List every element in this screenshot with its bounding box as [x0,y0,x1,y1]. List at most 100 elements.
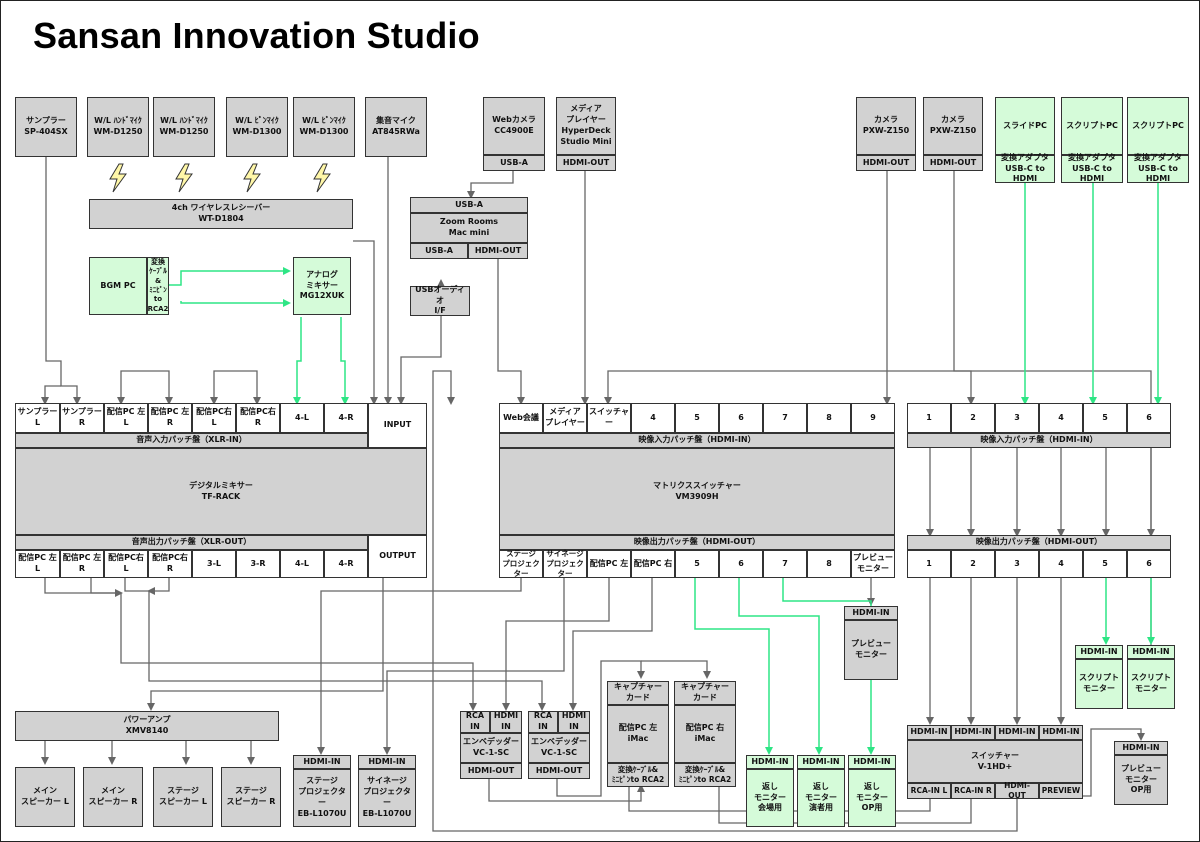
signage-projector-port: HDMI-IN [358,755,416,769]
audio-in-port: 配信PC右 R [236,403,280,433]
video-out-port-2: 4 [1039,550,1083,578]
return-monitor-op-port: HDMI-IN [848,755,896,769]
embedder-2-box: エンベデッダー VC-1-SC [528,733,590,763]
video-in-port: 4 [631,403,675,433]
embedder-2-hdmi-in: HDMI IN [558,711,590,733]
video-out-port: 7 [763,550,807,578]
audio-in-patch-label: 音声入力パッチ盤（XLR-IN） [15,433,368,448]
video-in-patch-label: 映像入力パッチ盤（HDMI-IN） [499,433,895,448]
video-in-port: 8 [807,403,851,433]
stage-projector-port: HDMI-IN [293,755,351,769]
video-out-port: 5 [675,550,719,578]
video-out-port: 配信PC 右 [631,550,675,578]
video-out-patch-label: 映像出力パッチ盤（HDMI-OUT） [499,535,895,550]
digital-mixer-box: デジタルミキサー TF-RACK [15,448,427,535]
video-out-port-2: 5 [1083,550,1127,578]
audio-in-port: 4-R [324,403,368,433]
video-in-port-2: 6 [1127,403,1171,433]
zoom-hdmi-port: HDMI-OUT [468,243,528,259]
video-out-port-2: 1 [907,550,951,578]
wireless-pin-mic-2: W/L ﾋﾟﾝﾏｲｸ WM-D1300 [293,97,355,157]
video-in-port: スイッチャ ー [587,403,631,433]
main-speaker-r: メイン スピーカー R [83,767,143,827]
wireless-receiver-box: 4ch ワイヤレスレシーバー WT-D1804 [89,199,353,229]
audio-in-port: 配信PC右 L [192,403,236,433]
script-monitor-2-port: HDMI-IN [1127,645,1175,659]
video-in-port: 6 [719,403,763,433]
zoom-rooms-mac-mini: Zoom Rooms Mac mini [410,213,528,243]
script-pc-1-adapter: 変換アダプタ USB-C to HDMI [1061,153,1123,183]
switcher-output: PREVIEW [1039,783,1083,799]
camera-2-box: カメラ PXW-Z150 [923,97,983,155]
audio-out-patch-label: 音声出力パッチ盤（XLR-OUT） [15,535,368,550]
audio-out-port: 配信PC 左 R [60,550,104,578]
embedder-2-hdmi-out: HDMI-OUT [528,763,590,779]
webcam-box: Webカメラ CC4900E [483,97,545,155]
usb-audio-interface: USBオーディオ I/F [410,285,470,316]
video-out-port-2: 2 [951,550,995,578]
script-monitor-1-port: HDMI-IN [1075,645,1123,659]
preview-monitor-op: プレビュー モニター OP用 [1114,755,1168,805]
diagram-canvas: { "title": "Sansan Innovation Studio", "… [0,0,1200,842]
script-pc-2-box: スクリプトPC [1127,97,1189,155]
video-out-patch-2-label: 映像出力パッチ盤（HDMI-OUT） [907,535,1171,550]
switcher-output: RCA-IN L [907,783,951,799]
bgm-pc-box: BGM PC [89,257,147,315]
main-speaker-l: メイン スピーカー L [15,767,75,827]
video-out-port: サイネージ プロジェク ター [543,549,587,578]
capture-card-right: キャプチャー カード [674,681,736,705]
audio-in-port: 4-L [280,403,324,433]
lightning-bolt-icon [175,163,193,193]
return-monitor-venue-port: HDMI-IN [746,755,794,769]
video-out-port: 8 [807,550,851,578]
power-amp-box: パワーアンプ XMV8140 [15,711,279,741]
media-player-box: メディア プレイヤー HyperDeck Studio Mini [556,97,616,155]
video-in-patch-2-label: 映像入力パッチ盤（HDMI-IN） [907,433,1171,448]
video-out-port: 配信PC 左 [587,550,631,578]
embedder-1-box: エンベデッダー VC-1-SC [460,733,522,763]
signage-projector-box: サイネージ プロジェクター EB-L1070U [358,769,416,827]
bgm-pc-cable: 変換 ｹｰﾌﾞﾙ& ﾐﾆﾋﾟﾝ to RCA2 [147,257,169,315]
camera-2-hdmi-port: HDMI-OUT [923,155,983,171]
stream-pc-left-cable: 変換ｹｰﾌﾞﾙ& ﾐﾆﾋﾟﾝto RCA2 [607,763,669,787]
webcam-usb-port: USB-A [483,155,545,171]
preview-monitor-port: HDMI-IN [844,606,898,620]
audio-out-port: 配信PC右 R [148,550,192,578]
group-mic-box: 集音マイク AT845RWa [365,97,427,157]
preview-op-port: HDMI-IN [1114,741,1168,755]
camera-1-box: カメラ PXW-Z150 [856,97,916,155]
stream-pc-right-cable: 変換ｹｰﾌﾞﾙ& ﾐﾆﾋﾟﾝto RCA2 [674,763,736,787]
stream-pc-left-imac: 配信PC 左 iMac [607,705,669,763]
video-in-port: 9 [851,403,895,433]
switcher-output: HDMI-OUT [995,781,1039,800]
video-out-port: プレビュー モニター [851,550,895,578]
video-in-port-2: 1 [907,403,951,433]
embedder-1-hdmi-out: HDMI-OUT [460,763,522,779]
video-out-port-2: 3 [995,550,1039,578]
return-monitor-performer-port: HDMI-IN [797,755,845,769]
audio-out-port: 3-R [236,550,280,578]
audio-out-port: 4-R [324,550,368,578]
audio-out-port: 配信PC右 L [104,550,148,578]
stage-speaker-r: ステージ スピーカー R [221,767,281,827]
audio-in-port: サンプラー R [60,403,104,433]
script-pc-1-box: スクリプトPC [1061,97,1123,155]
switcher-hdmi-in: HDMI-IN [907,725,951,740]
wireless-hand-mic-2: W/L ﾊﾝﾄﾞﾏｲｸ WM-D1250 [153,97,215,157]
return-monitor-venue: 返し モニター 会場用 [746,769,794,827]
embedder-1-hdmi-in: HDMI IN [490,711,522,733]
video-out-port: 6 [719,550,763,578]
return-monitor-performer: 返し モニター 演者用 [797,769,845,827]
switcher-hdmi-in: HDMI-IN [1039,725,1083,740]
analog-mixer-box: アナログ ミキサー MG12XUK [293,257,351,315]
video-in-port-2: 5 [1083,403,1127,433]
sampler-box: サンプラー SP-404SX [15,97,77,157]
audio-in-port: 配信PC 左 L [104,403,148,433]
video-in-port: Web会議 [499,403,543,433]
audio-out-port: 4-L [280,550,324,578]
slide-pc-adapter: 変換アダプタ USB-C to HDMI [995,153,1055,183]
switcher-output: RCA-IN R [951,783,995,799]
switcher-hdmi-in: HDMI-IN [995,725,1039,740]
media-player-hdmi-port: HDMI-OUT [556,155,616,171]
matrix-switcher-box: マトリクススイッチャー VM3909H [499,448,895,535]
